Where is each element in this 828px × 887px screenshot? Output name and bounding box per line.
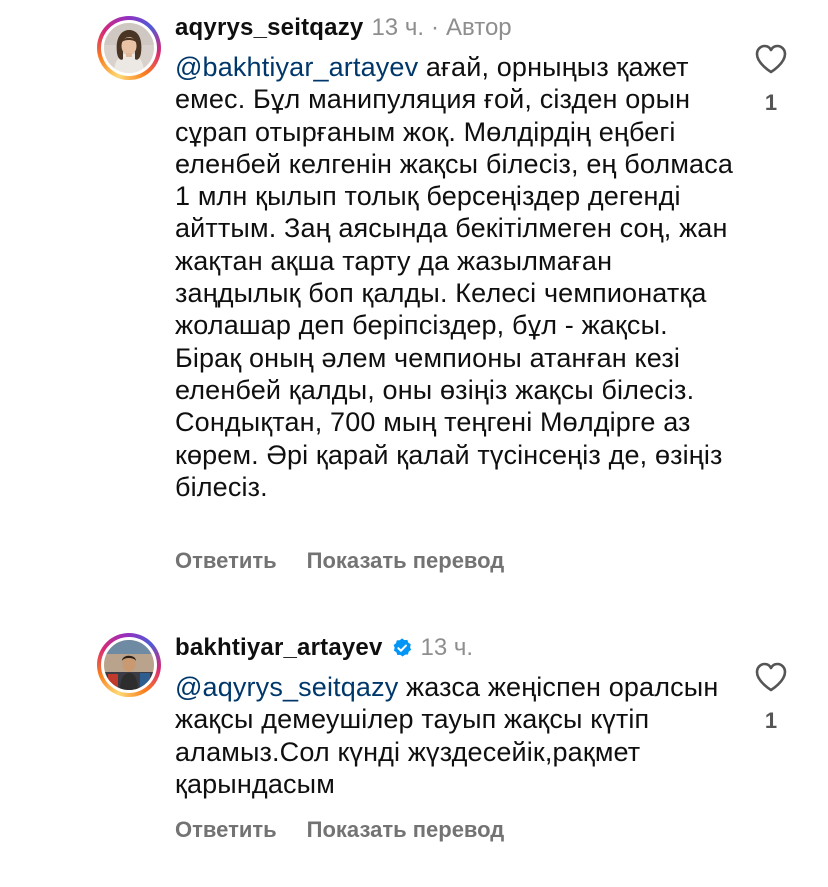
heart-icon[interactable] [755,44,787,74]
comment-body: ағай, орныңыз қажет емес. Бұл манипуляци… [175,52,734,502]
reply-button[interactable]: Ответить [175,817,277,842]
woman-portrait-avatar-icon [104,23,154,73]
show-translation-button[interactable]: Показать перевод [307,817,505,842]
like-control: 1 [752,44,790,116]
username-link[interactable]: bakhtiyar_artayev [175,634,383,662]
verified-badge-icon [393,638,411,657]
like-count: 1 [764,90,778,115]
like-control: 1 [752,662,790,734]
author-badge: Автор [446,14,512,41]
separator-dot: · [431,14,439,41]
heart-icon[interactable] [755,662,787,692]
comment-header: bakhtiyar_artayev 13 ч. [175,634,473,662]
show-translation-button[interactable]: Показать перевод [307,548,505,573]
comment-timestamp[interactable]: 13 ч. [421,634,474,662]
man-portrait-avatar-icon [104,640,154,690]
story-ring-avatar[interactable] [97,633,161,697]
reply-button[interactable]: Ответить [175,548,277,573]
like-count: 1 [764,708,778,733]
comment-actions: Ответить Показать перевод [175,548,504,574]
top-divider [0,0,828,1]
story-ring-avatar[interactable] [97,16,161,80]
comment-text: @bakhtiyar_artayev ағай, орныңыз қажет е… [175,51,735,503]
mention-link[interactable]: @bakhtiyar_artayev [175,52,418,82]
comment-actions: Ответить Показать перевод [175,817,504,843]
comment-timestamp[interactable]: 13 ч. [371,14,424,42]
username-link[interactable]: aqyrys_seitqazy [175,14,363,42]
mention-link[interactable]: @aqyrys_seitqazy [175,672,398,702]
comment-text: @aqyrys_seitqazy жазса жеңіспен оралсын … [175,671,735,800]
comment-header: aqyrys_seitqazy 13 ч. · Автор [175,14,512,42]
